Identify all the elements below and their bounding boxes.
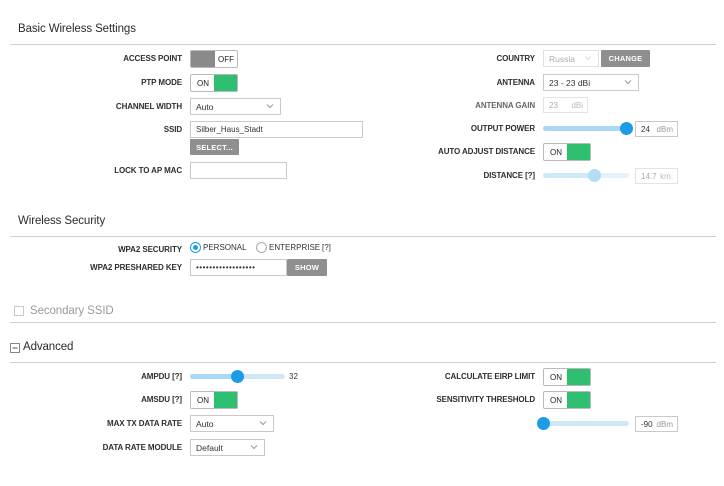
wpa2-show-button[interactable]: SHOW [287, 259, 327, 276]
ssid-label: SSID [163, 125, 182, 134]
ssid-value: Silber_Haus_Stadt [196, 125, 263, 134]
distance-slider-thumb [588, 169, 602, 182]
calculate-eirp-limit-label: CALCULATE EIRP LIMIT [444, 372, 535, 381]
antenna-gain-label: ANTENNA GAIN [475, 101, 535, 110]
toggle-knob [214, 392, 237, 408]
output-power-slider-thumb[interactable] [619, 122, 633, 135]
slider-fill [543, 126, 627, 131]
chevron-down-icon [266, 104, 274, 109]
access-point-toggle[interactable]: OFF [190, 50, 238, 68]
ampdu-value: 32 [289, 372, 298, 381]
chevron-down-icon [250, 445, 258, 450]
ampdu-slider-thumb[interactable] [231, 370, 244, 383]
sensitivity-slider-thumb[interactable] [536, 417, 550, 430]
toggle-state: ON [550, 373, 562, 382]
country-label: COUNTRY [496, 54, 535, 63]
toggle-state: ON [550, 148, 562, 157]
access-point-label: ACCESS POINT [123, 54, 182, 63]
chevron-down-icon [259, 421, 267, 426]
wpa2-security-label: WPA2 SECURITY [118, 245, 182, 254]
data-rate-module-select[interactable]: Default [190, 439, 265, 456]
max-tx-data-rate-value: Auto [196, 419, 214, 429]
channel-width-label: CHANNEL WIDTH [115, 102, 182, 111]
radio-personal[interactable] [190, 242, 201, 253]
toggle-knob [567, 369, 590, 385]
output-power-value: 24 [641, 125, 650, 134]
secondary-ssid-checkbox[interactable] [14, 306, 24, 316]
ampdu-label: AMPDU [?] [141, 372, 182, 381]
toggle-knob [214, 75, 237, 91]
slider-fill [543, 173, 595, 178]
antenna-label: ANTENNA [496, 78, 536, 87]
country-value: Russia [549, 54, 575, 64]
distance-value: 14.7 [641, 172, 657, 181]
channel-width-value: Auto [196, 102, 214, 112]
output-power-field[interactable]: 24 dBm [635, 121, 678, 137]
toggle-knob [191, 51, 215, 67]
antenna-gain-unit: dBi [571, 101, 583, 110]
distance-slider-track [543, 173, 629, 178]
toggle-state: ON [197, 79, 209, 88]
ptp-mode-label: PTP MODE [141, 78, 182, 87]
ssid-select-button[interactable]: SELECT... [190, 139, 239, 155]
radio-personal-label: PERSONAL [203, 243, 247, 252]
antenna-value: 23 - 23 dBi [549, 78, 591, 88]
section-divider [10, 236, 716, 237]
distance-field: 14.7 km. [635, 168, 678, 184]
toggle-state: ON [197, 396, 209, 405]
antenna-select[interactable]: 23 - 23 dBi [543, 74, 639, 91]
sensitivity-threshold-toggle[interactable]: ON [543, 391, 591, 409]
toggle-knob [567, 392, 590, 408]
minus-square-icon[interactable] [10, 343, 20, 353]
country-select: Russia [543, 50, 599, 67]
sensitivity-field[interactable]: -90 dBm [635, 416, 678, 432]
sensitivity-value: -90 [641, 420, 653, 429]
channel-width-select[interactable]: Auto [190, 98, 281, 115]
output-power-label: OUTPUT POWER [470, 124, 535, 133]
antenna-gain-value: 23 [549, 101, 558, 110]
output-power-slider-track[interactable] [543, 126, 629, 131]
chevron-down-icon [624, 80, 632, 85]
section-title-basic: Basic Wireless Settings [18, 23, 136, 35]
auto-adjust-distance-toggle[interactable]: ON [543, 143, 591, 161]
toggle-state: ON [550, 396, 562, 405]
country-change-button[interactable]: CHANGE [601, 50, 650, 67]
amsdu-toggle[interactable]: ON [190, 391, 238, 409]
antenna-gain-field: 23 dBi [543, 97, 588, 113]
calculate-eirp-limit-toggle[interactable]: ON [543, 368, 591, 386]
wpa2-key-label: WPA2 PRESHARED KEY [90, 263, 182, 272]
sensitivity-unit: dBm [656, 420, 673, 429]
wpa2-help-link[interactable]: [?] [322, 243, 331, 252]
chevron-down-icon [584, 56, 592, 61]
radio-enterprise-label: ENTERPRISE [269, 243, 321, 252]
wpa2-key-input[interactable]: •••••••••••••••••• [190, 259, 287, 276]
toggle-knob [567, 144, 590, 160]
data-rate-module-label: DATA RATE MODULE [102, 443, 183, 452]
output-power-unit: dBm [656, 125, 673, 134]
lock-to-ap-mac-input[interactable] [190, 162, 287, 179]
ssid-input[interactable]: Silber_Haus_Stadt [190, 121, 363, 138]
sensitivity-threshold-label: SENSITIVITY THRESHOLD [436, 395, 535, 404]
section-title-advanced: Advanced [23, 341, 74, 353]
max-tx-data-rate-select[interactable]: Auto [190, 415, 274, 432]
sensitivity-slider-track[interactable] [543, 421, 629, 426]
wpa2-key-value: •••••••••••••••••• [196, 263, 256, 272]
toggle-state: OFF [218, 55, 234, 64]
ptp-mode-toggle[interactable]: ON [190, 74, 238, 92]
radio-enterprise[interactable] [256, 242, 267, 253]
section-title-security: Wireless Security [18, 215, 106, 227]
lock-to-ap-mac-label: LOCK TO AP MAC [114, 166, 182, 175]
data-rate-module-value: Default [196, 443, 223, 453]
section-title-secondary-ssid: Secondary SSID [30, 305, 114, 317]
section-divider [10, 362, 716, 363]
auto-adjust-distance-label: AUTO ADJUST DISTANCE [438, 147, 535, 156]
amsdu-label: AMSDU [?] [141, 395, 182, 404]
section-divider [10, 44, 716, 45]
max-tx-data-rate-label: MAX TX DATA RATE [107, 419, 182, 428]
distance-unit: km. [660, 172, 673, 181]
distance-label: DISTANCE [?] [483, 171, 535, 180]
section-divider [10, 322, 716, 323]
